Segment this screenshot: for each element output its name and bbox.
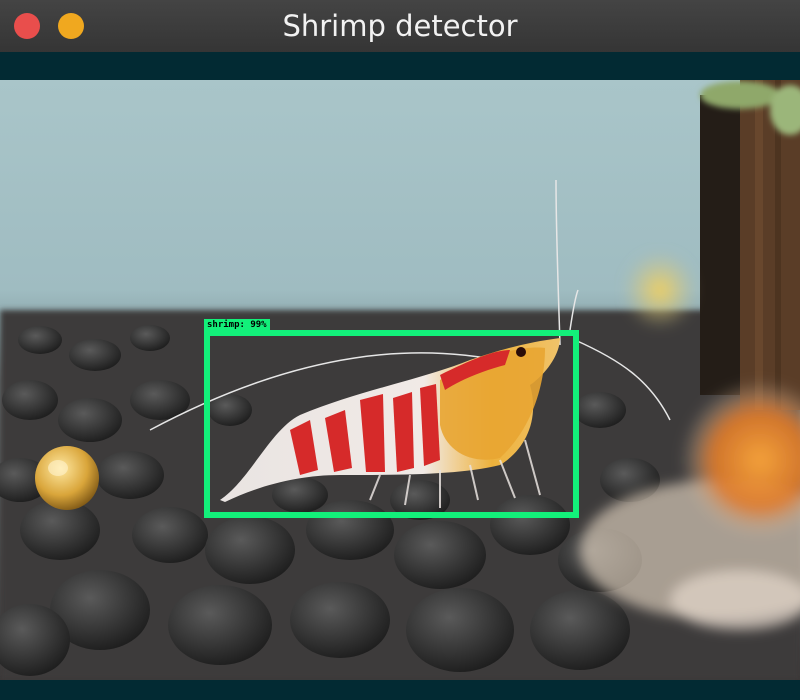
bottom-band xyxy=(0,680,800,700)
window-title: Shrimp detector xyxy=(282,9,518,43)
detection-label: shrimp: 99% xyxy=(204,319,270,332)
app-window: Shrimp detector shrimp: 99% xyxy=(0,0,800,700)
title-bar[interactable]: Shrimp detector xyxy=(0,0,800,53)
top-band xyxy=(0,52,800,80)
camera-image: shrimp: 99% xyxy=(0,80,800,680)
detection-bounding-box xyxy=(204,330,579,518)
